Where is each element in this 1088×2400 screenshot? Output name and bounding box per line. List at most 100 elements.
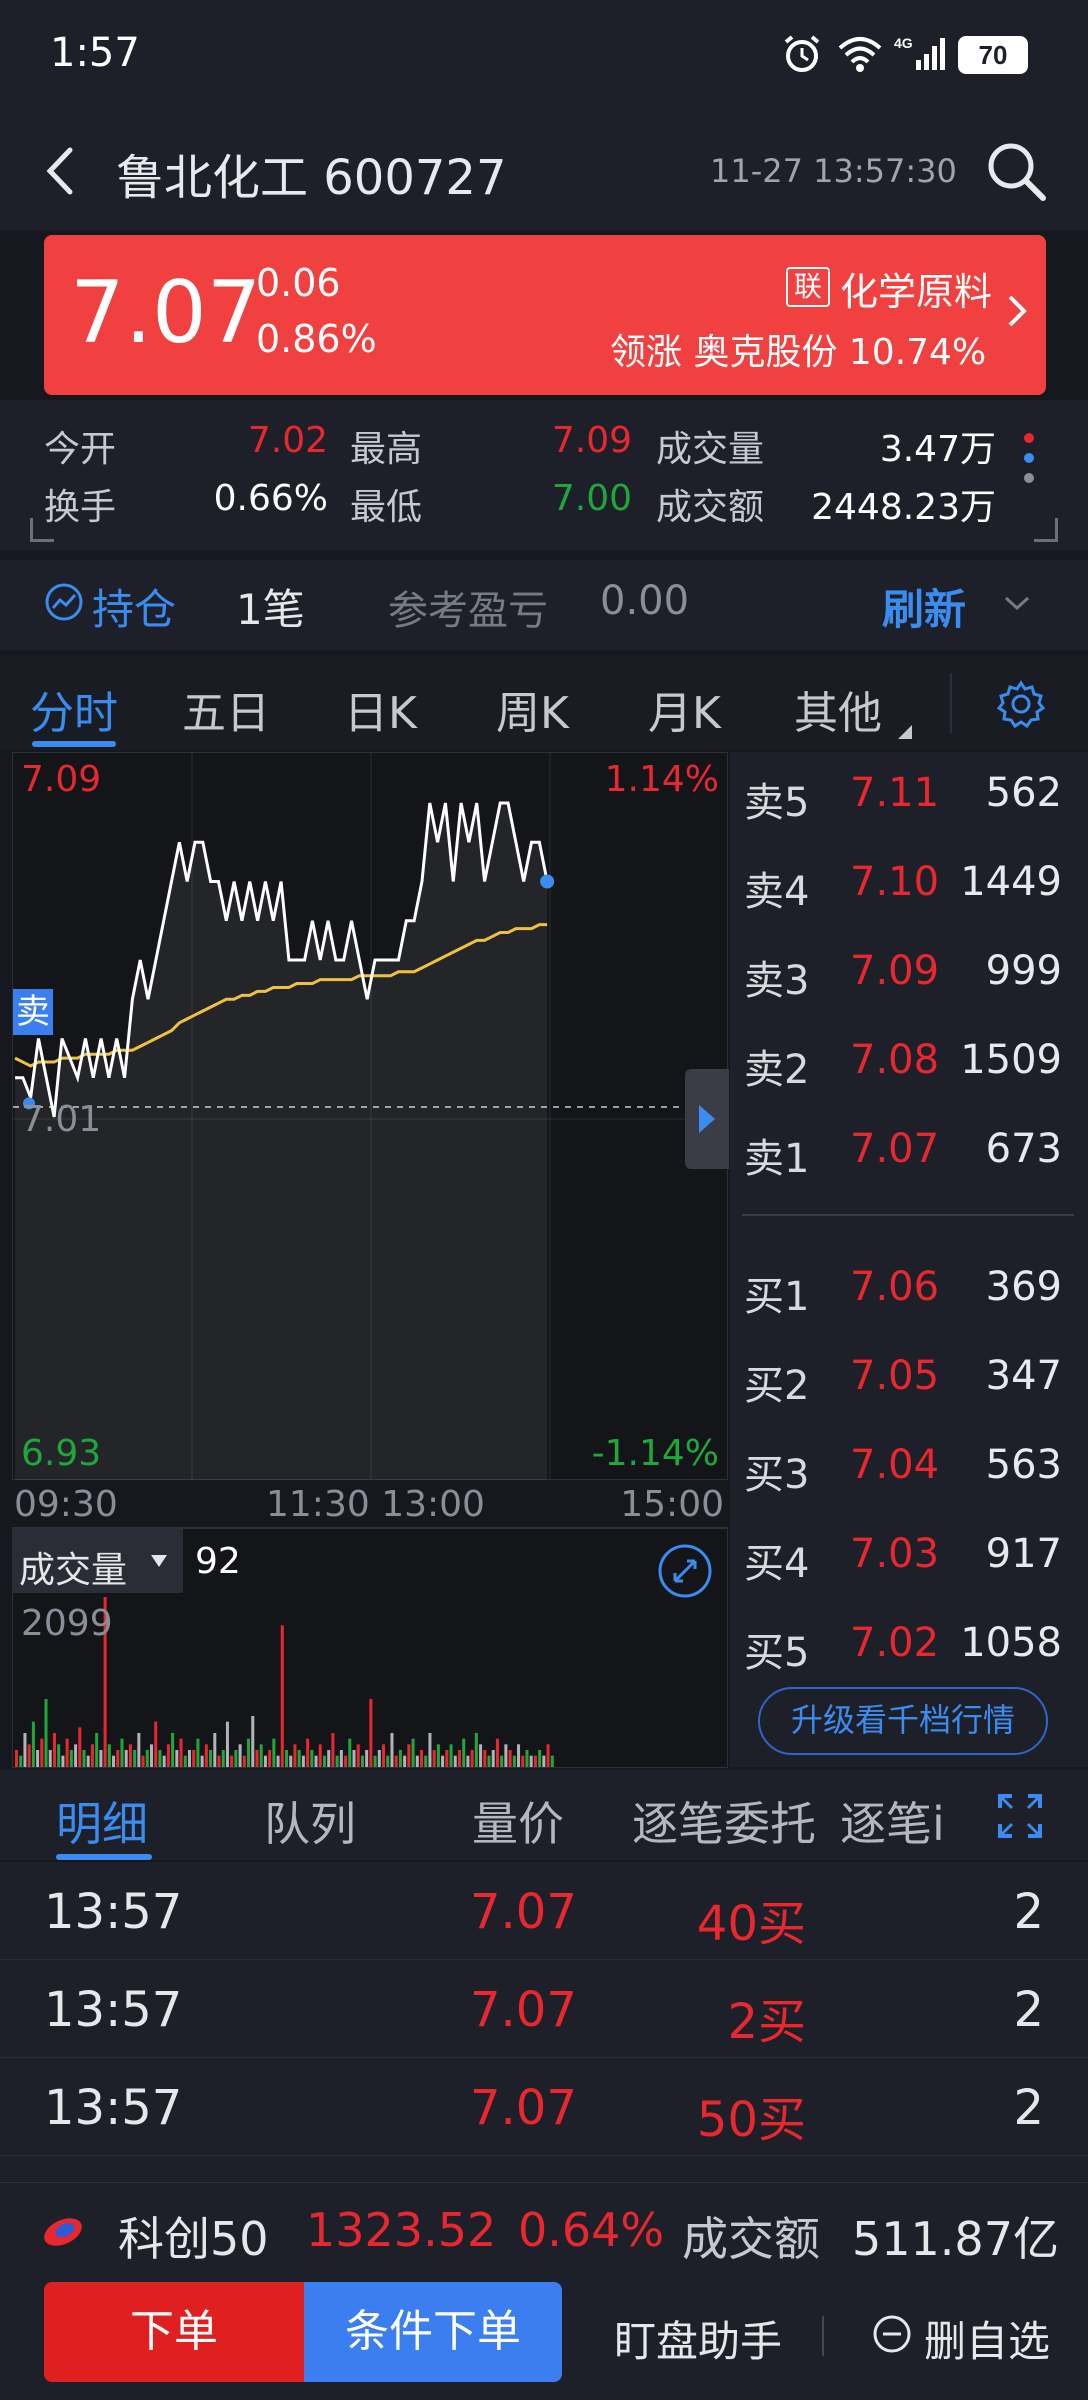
bid-row[interactable]: 买1 7.06 369: [730, 1246, 1088, 1335]
trade-price: 7.07: [470, 2080, 577, 2136]
volume-chart[interactable]: 成交量 92 2099: [12, 1528, 728, 1768]
y-top-pct: 1.14%: [604, 759, 719, 800]
intraday-chart[interactable]: 7.09 1.14% 6.93 -1.14% 7.01 卖: [12, 752, 729, 1481]
tab-trade-by-trade[interactable]: 逐笔i: [840, 1788, 956, 1854]
y-bottom-label: 6.93: [21, 1433, 102, 1474]
index-amount-label: 成交额: [682, 2212, 820, 2266]
play-right-icon: [699, 1105, 715, 1133]
bid-label: 买4: [744, 1541, 810, 1587]
expand-arrows-icon[interactable]: [657, 1543, 713, 1599]
volume-bar: [517, 1744, 521, 1767]
volume-bar: [504, 1744, 508, 1767]
volume-bar: [339, 1750, 343, 1767]
volume-bar: [411, 1738, 415, 1767]
volume-bar: [251, 1716, 255, 1767]
ask-price: 7.08: [850, 1037, 940, 1083]
bid-row[interactable]: 买3 7.04 563: [730, 1424, 1088, 1513]
tab-intraday[interactable]: 分时: [30, 677, 118, 741]
volume-bar: [74, 1744, 78, 1767]
last-price-dot: [540, 874, 555, 889]
back-arrow-icon[interactable]: [40, 146, 80, 196]
price-banner[interactable]: 7.07 0.06 0.86% 联 化学原料 领涨 奥克股份 10.74%: [44, 235, 1046, 395]
trade-volume: 50买: [696, 2092, 806, 2148]
sector-link-badge: 联: [786, 267, 830, 307]
volume-bar: [158, 1750, 162, 1767]
bid-row[interactable]: 买5 7.02 1058: [730, 1602, 1088, 1691]
ask-row[interactable]: 卖3 7.09 999: [730, 930, 1088, 1019]
time-tick-close: 15:00: [620, 1484, 724, 1525]
price-area: [15, 803, 548, 1481]
volume-bar: [57, 1744, 61, 1767]
volume-bar: [428, 1733, 432, 1767]
volume-selector[interactable]: 成交量: [13, 1529, 183, 1593]
tab-detail[interactable]: 明细: [56, 1788, 148, 1854]
tab-daily-k[interactable]: 日K: [344, 677, 417, 741]
minus-circle-icon[interactable]: [872, 2314, 912, 2354]
trade-row[interactable]: 13:57 7.07 2买 2: [0, 1960, 1088, 2058]
sector-name[interactable]: 化学原料: [840, 261, 992, 316]
ask-row[interactable]: 卖2 7.08 1509: [730, 1019, 1088, 1108]
tab-monthly-k[interactable]: 月K: [648, 677, 721, 741]
trade-row[interactable]: 13:57 7.07 50买 2: [0, 2058, 1088, 2156]
volume-bar: [86, 1755, 90, 1767]
place-order-button[interactable]: 下单: [44, 2282, 304, 2382]
volume-bar: [15, 1750, 19, 1767]
ask-row[interactable]: 卖5 7.11 562: [730, 752, 1088, 841]
more-dots-icon[interactable]: [1022, 430, 1036, 490]
volume-bar: [247, 1738, 251, 1767]
detail-tab-underline: [56, 1854, 152, 1860]
volume-bar: [327, 1750, 331, 1767]
tab-five-day[interactable]: 五日: [182, 677, 270, 741]
wifi-icon: [838, 37, 882, 72]
turnover-value: 0.66%: [213, 478, 328, 519]
volume-bar: [289, 1755, 293, 1767]
bid-row[interactable]: 买2 7.05 347: [730, 1335, 1088, 1424]
volume-bar: [335, 1755, 339, 1767]
volume-bar: [44, 1699, 48, 1767]
remove-favorite-button[interactable]: 删自选: [924, 2308, 1050, 2369]
tab-order-by-order[interactable]: 逐笔委托: [632, 1788, 816, 1854]
pnl-label: 参考盈亏: [388, 588, 548, 634]
index-ticker-bar[interactable]: 科创50 1323.52 0.64% 成交额 511.87亿: [0, 2182, 1088, 2282]
volume-bar: [171, 1733, 175, 1767]
volume-bar: [407, 1744, 411, 1767]
sell-marker[interactable]: 卖: [13, 989, 53, 1035]
bid-row[interactable]: 买4 7.03 917: [730, 1513, 1088, 1602]
volume-bar: [348, 1738, 352, 1767]
position-label[interactable]: 持仓: [92, 576, 176, 637]
volume-bar: [542, 1755, 546, 1767]
amount-label: 成交额: [656, 487, 765, 528]
ask-qty: 1509: [960, 1037, 1062, 1083]
chart-side-handle[interactable]: [685, 1069, 729, 1169]
trade-volume: 2买: [727, 1994, 806, 2050]
trade-count: 2: [1013, 1884, 1044, 1940]
conditional-order-button[interactable]: 条件下单: [304, 2282, 562, 2382]
tab-queue[interactable]: 队列: [264, 1788, 356, 1854]
tab-weekly-k[interactable]: 周K: [496, 677, 569, 741]
trade-row[interactable]: 13:57 7.07 40买 2: [0, 1862, 1088, 1960]
tab-volume-price[interactable]: 量价: [472, 1788, 564, 1854]
search-icon[interactable]: [985, 140, 1047, 202]
refresh-button[interactable]: 刷新: [882, 576, 966, 637]
index-value: 1323.52: [306, 2203, 497, 2257]
order-book: 卖5 7.11 562 卖4 7.10 1449 卖3 7.09 999 卖2 …: [730, 752, 1088, 1767]
chevron-down-icon[interactable]: [1002, 588, 1032, 618]
trade-volume: 40买: [696, 1896, 806, 1952]
bid-qty: 917: [985, 1531, 1062, 1577]
ask-row[interactable]: 卖4 7.10 1449: [730, 841, 1088, 930]
tab-other[interactable]: 其他: [794, 677, 882, 741]
watch-assistant-button[interactable]: 盯盘助手: [614, 2308, 782, 2369]
order-book-divider: [742, 1214, 1074, 1216]
quote-timestamp: 11-27 13:57:30: [710, 152, 957, 190]
bid-price: 7.06: [850, 1264, 940, 1310]
time-tick-open: 09:30: [14, 1484, 118, 1525]
chevron-right-icon[interactable]: [1004, 291, 1032, 331]
gear-icon[interactable]: [996, 679, 1046, 729]
trade-time: 13:57: [44, 2080, 183, 2136]
volume-bar: [65, 1738, 69, 1767]
ask-row[interactable]: 卖1 7.07 673: [730, 1108, 1088, 1197]
stock-title[interactable]: 鲁北化工 600727: [116, 138, 507, 208]
fullscreen-icon[interactable]: [996, 1792, 1044, 1840]
upgrade-depth-button[interactable]: 升级看千档行情: [758, 1687, 1048, 1755]
expand-corner-right[interactable]: [1034, 518, 1058, 542]
